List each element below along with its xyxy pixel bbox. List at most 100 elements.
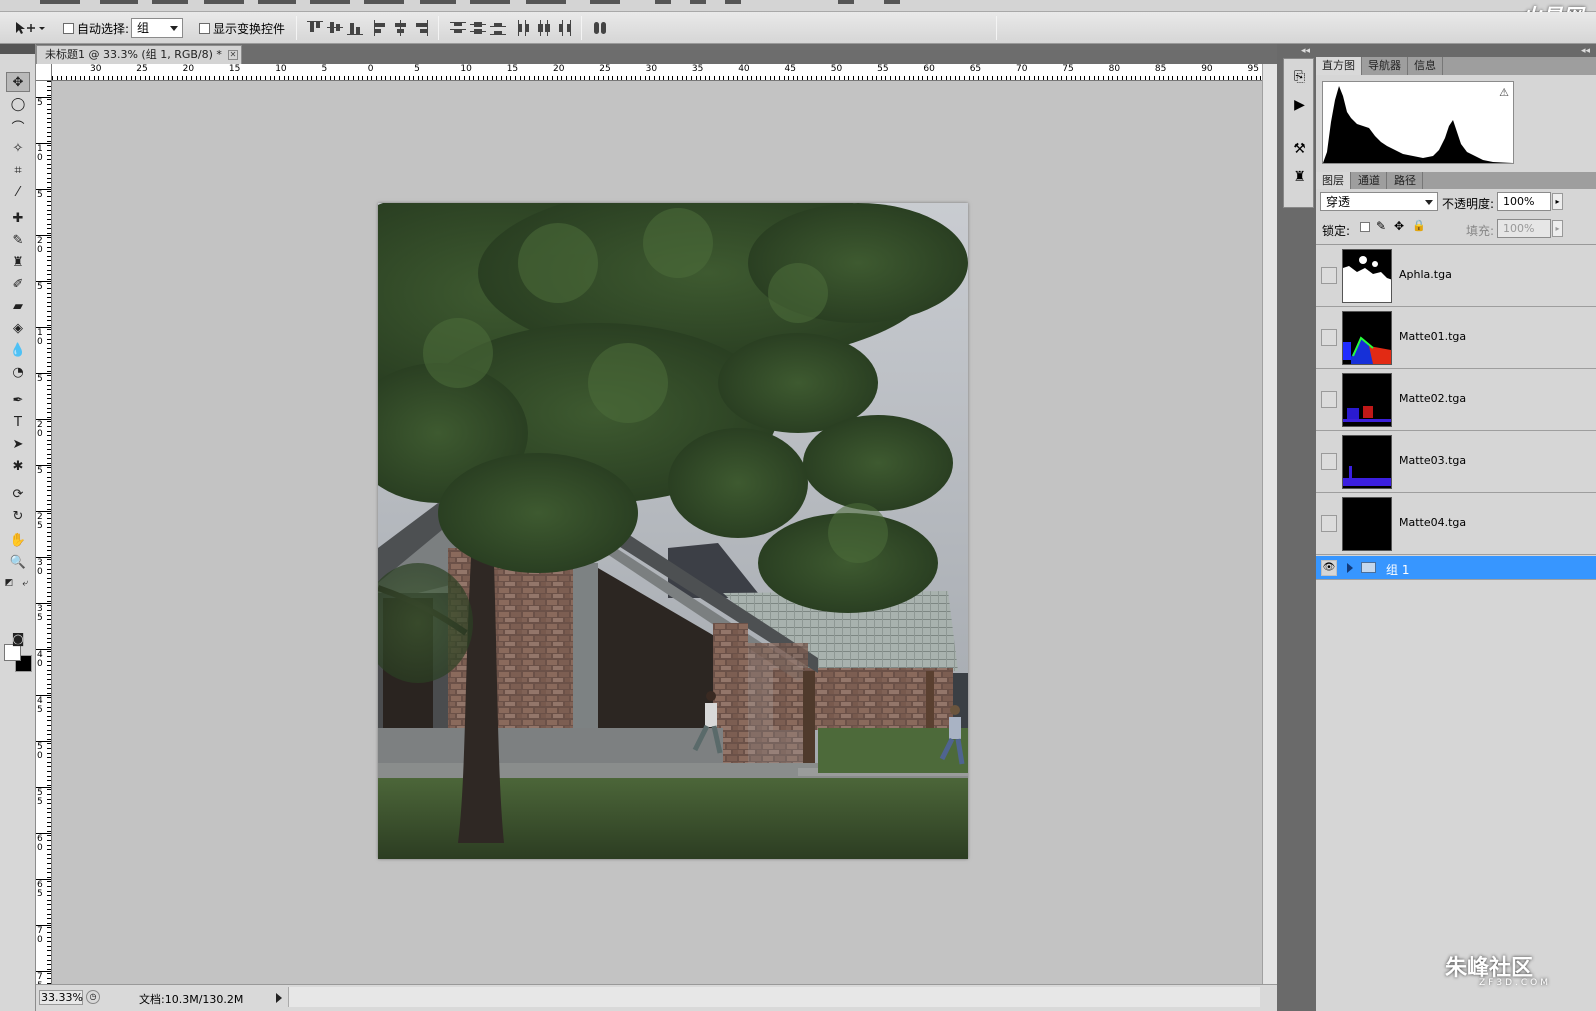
align-bottom-icon[interactable] — [347, 20, 363, 36]
brush-tool-icon[interactable]: ✎ — [6, 230, 30, 250]
distribute-right-icon[interactable] — [556, 20, 572, 36]
history-brush-tool-icon[interactable]: ✐ — [6, 274, 30, 294]
quick-mask-icon[interactable]: ◙ — [6, 629, 30, 649]
close-icon[interactable]: ✕ — [228, 50, 238, 60]
eyedropper-tool-icon[interactable]: ⁄ — [6, 182, 30, 202]
tab-channels[interactable]: 通道 — [1352, 172, 1387, 190]
document-tab[interactable]: 未标题1 @ 33.3% (组 1, RGB/8) * ✕ — [36, 45, 242, 64]
tab-navigator[interactable]: 导航器 — [1362, 57, 1408, 75]
menu-item-stub[interactable] — [310, 0, 350, 4]
opacity-input[interactable]: 100% — [1497, 192, 1551, 211]
marquee-tool-icon[interactable]: ◯ — [6, 94, 30, 114]
menu-item-stub[interactable] — [204, 0, 244, 4]
layer-row[interactable]: Matte01.tga — [1316, 307, 1596, 369]
menu-icon-stub[interactable] — [884, 0, 900, 4]
menu-item-stub[interactable] — [100, 0, 138, 4]
opacity-slider-arrow-icon[interactable]: ▸ — [1552, 193, 1563, 210]
blend-mode-dropdown[interactable]: 穿透 — [1320, 192, 1438, 211]
auto-align-layers-icon[interactable] — [592, 20, 608, 36]
lock-position-icon[interactable]: ✥ — [1394, 219, 1404, 233]
eraser-tool-icon[interactable]: ▰ — [6, 296, 30, 316]
paint-bucket-tool-icon[interactable]: ◈ — [6, 318, 30, 338]
align-hcenter-icon[interactable] — [393, 20, 409, 36]
warning-icon[interactable]: ⚠ — [1499, 86, 1509, 99]
horizontal-ruler[interactable]: 30 25 20 15 10 5 0 5 10 15 20 25 30 35 40 45 50 55 60 65 70 7… — [52, 64, 1262, 81]
layer-visibility-toggle[interactable] — [1321, 267, 1337, 284]
pen-tool-icon[interactable]: ✒ — [6, 390, 30, 410]
crop-tool-icon[interactable]: ⌗ — [6, 160, 30, 180]
magic-wand-tool-icon[interactable]: ✧ — [6, 138, 30, 158]
tool-presets-icon[interactable]: ⚒ — [1290, 141, 1309, 160]
menu-item-stub[interactable] — [420, 0, 456, 4]
layer-row[interactable]: Matte03.tga — [1316, 431, 1596, 493]
horizontal-scrollbar[interactable] — [288, 987, 1260, 1007]
distribute-top-icon[interactable] — [450, 20, 466, 36]
menu-icon-stub[interactable] — [655, 0, 671, 4]
layer-row[interactable]: Matte02.tga — [1316, 369, 1596, 431]
auto-select-dropdown[interactable]: 组 — [131, 18, 183, 38]
fill-slider-arrow-icon[interactable]: ▸ — [1552, 220, 1563, 237]
canvas-area[interactable] — [52, 81, 1262, 984]
layer-row[interactable]: Aphla.tga — [1316, 245, 1596, 307]
zoom-tool-icon[interactable]: 🔍 — [6, 552, 30, 572]
status-menu-arrow-icon[interactable] — [276, 993, 282, 1003]
align-top-icon[interactable] — [307, 20, 323, 36]
vertical-scrollbar[interactable] — [1262, 64, 1277, 984]
tab-info[interactable]: 信息 — [1408, 57, 1443, 75]
menu-item-stub[interactable] — [590, 0, 620, 4]
menu-item-stub[interactable] — [526, 0, 566, 4]
blur-tool-icon[interactable]: 💧 — [6, 340, 30, 360]
healing-brush-tool-icon[interactable]: ✚ — [6, 208, 30, 228]
swap-colors-icon[interactable]: ⤶ — [18, 577, 32, 589]
menu-icon-stub[interactable] — [838, 0, 854, 4]
distribute-left-icon[interactable] — [516, 20, 532, 36]
tab-histogram[interactable]: 直方图 — [1316, 57, 1362, 75]
clone-stamp-tool-icon[interactable]: ♜ — [6, 252, 30, 272]
eye-icon[interactable]: 👁 — [1321, 560, 1337, 576]
lock-all-icon[interactable]: 🔒 — [1412, 219, 1426, 232]
distribute-hcenter-icon[interactable] — [536, 20, 552, 36]
ruler-origin[interactable] — [36, 64, 52, 81]
move-tool-preset-picker[interactable] — [14, 19, 46, 37]
vertical-ruler[interactable]: 5 1 0 5 2 0 5 1 0 5 2 0 5 2 5 3 0 3 5 4 0 4 5 5 0 5 5 6 … — [36, 81, 52, 984]
hand-tool-icon[interactable]: ✋ — [6, 530, 30, 550]
layer-visibility-toggle[interactable] — [1321, 453, 1337, 470]
lock-pixels-icon[interactable]: ✎ — [1376, 219, 1386, 233]
distribute-bottom-icon[interactable] — [490, 20, 506, 36]
menu-item-stub[interactable] — [40, 0, 80, 4]
align-left-icon[interactable] — [373, 20, 389, 36]
default-colors-icon[interactable]: ◩ — [2, 577, 16, 589]
collapse-dock-icon[interactable]: ◂◂ — [1301, 46, 1310, 56]
history-panel-icon[interactable]: ⎘ — [1290, 69, 1309, 88]
menu-item-stub[interactable] — [470, 0, 510, 4]
type-tool-icon[interactable]: T — [6, 412, 30, 432]
auto-select-checkbox[interactable]: 自动选择: — [63, 19, 129, 37]
layer-visibility-toggle[interactable] — [1321, 329, 1337, 346]
zoom-field[interactable]: 33.33% — [39, 990, 83, 1005]
lasso-tool-icon[interactable]: ⌒ — [6, 116, 30, 136]
layer-visibility-toggle[interactable] — [1321, 391, 1337, 408]
menu-item-stub[interactable] — [364, 0, 404, 4]
dodge-tool-icon[interactable]: ◔ — [6, 362, 30, 382]
actions-panel-icon[interactable]: ▶ — [1290, 97, 1309, 116]
layer-visibility-toggle[interactable] — [1321, 515, 1337, 532]
lock-transparency-icon[interactable] — [1360, 222, 1370, 232]
collapse-panels-icon[interactable]: ◂◂ — [1581, 46, 1590, 56]
show-transform-checkbox[interactable]: 显示变换控件 — [199, 19, 285, 37]
menu-icon-stub[interactable] — [725, 0, 741, 4]
expand-triangle-icon[interactable] — [1347, 563, 1353, 573]
canvas-image[interactable] — [378, 203, 968, 859]
menu-item-stub[interactable] — [152, 0, 188, 4]
path-selection-tool-icon[interactable]: ➤ — [6, 434, 30, 454]
align-vcenter-icon[interactable] — [327, 20, 343, 36]
custom-shape-tool-icon[interactable]: ✱ — [6, 456, 30, 476]
menu-icon-stub[interactable] — [690, 0, 706, 4]
menu-item-stub[interactable] — [258, 0, 296, 4]
fill-input[interactable]: 100% — [1497, 219, 1551, 238]
layer-row[interactable]: Matte04.tga — [1316, 493, 1596, 555]
move-tool-icon[interactable]: ✥ — [6, 72, 30, 92]
3d-orbit-tool-icon[interactable]: ↻ — [6, 506, 30, 526]
tab-layers[interactable]: 图层 — [1316, 172, 1351, 190]
clone-source-icon[interactable]: ♜ — [1290, 169, 1309, 188]
align-right-icon[interactable] — [413, 20, 429, 36]
